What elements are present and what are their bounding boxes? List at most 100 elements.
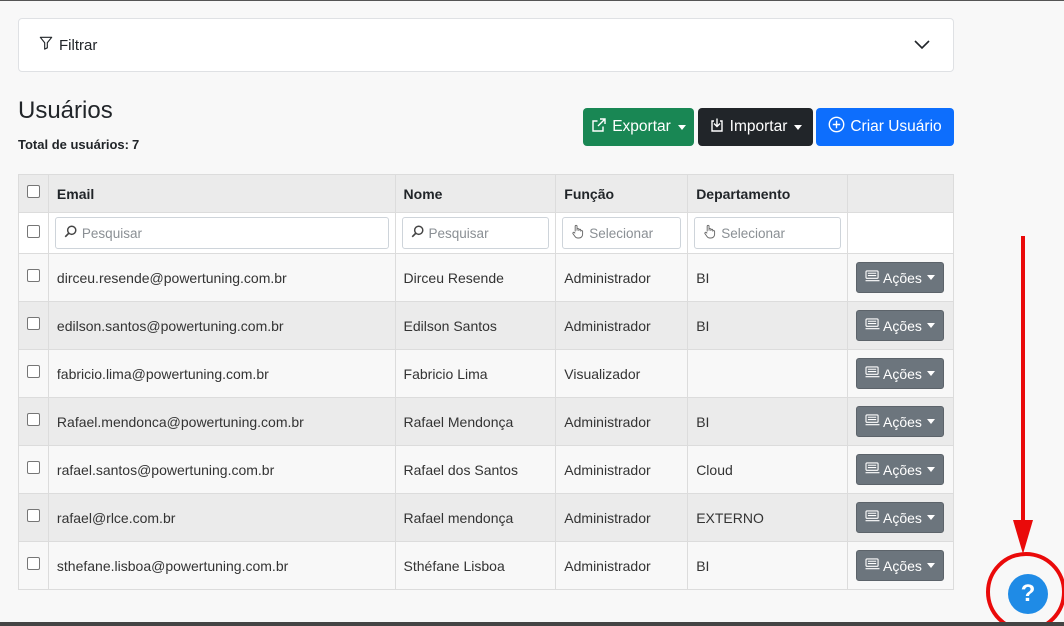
top-border [0,0,1064,1]
import-button[interactable]: Importar [698,108,813,146]
email-cell: sthefane.lisboa@powertuning.com.br [47,541,396,590]
table-row: rafael.santos@powertuning.com.br Rafael d… [18,445,955,494]
select-all-checkbox[interactable] [26,185,40,199]
search-icon [64,225,77,241]
table-row: fabricio.lima@powertuning.com.br Fabricio… [18,349,955,398]
list-icon [865,461,880,478]
actions-label: Ações [883,317,922,334]
row-checkbox-cell [18,301,49,350]
chevron-down-icon[interactable] [913,38,931,57]
row-checkbox[interactable] [26,461,40,475]
actions-button[interactable]: Ações [855,454,944,485]
department-cell [687,349,848,398]
email-cell: edilson.santos@powertuning.com.br [47,301,396,350]
actions-cell: Ações [846,349,955,398]
email-cell: rafael@rlce.com.br [47,493,396,542]
function-select-placeholder: Selecionar [589,225,654,241]
row-checkbox[interactable] [26,365,40,379]
actions-button[interactable]: Ações [855,262,944,293]
caret-down-icon [926,515,935,520]
caret-down-icon [926,419,935,424]
hand-pointer-icon [703,224,716,242]
email-search-input[interactable]: Pesquisar [54,217,389,249]
function-select-input[interactable]: Selecionar [562,217,682,249]
list-icon [865,365,880,382]
actions-cell: Ações [846,493,955,542]
page-title: Usuários [18,97,113,124]
table-row: sthefane.lisboa@powertuning.com.br Sthéfa… [18,541,955,590]
name-cell: Rafael mendonça [394,493,557,542]
filter-row: Pesquisar Pesquisar Selecionar Seleciona… [18,212,955,254]
actions-button[interactable]: Ações [855,310,944,341]
column-header-email[interactable]: Email [47,174,396,213]
column-header-department[interactable]: Departamento [687,174,848,213]
actions-button[interactable]: Ações [855,406,944,437]
department-cell: BI [687,541,848,590]
row-checkbox[interactable] [26,269,40,283]
name-search-placeholder: Pesquisar [428,225,489,241]
row-checkbox[interactable] [26,509,40,523]
department-cell: BI [687,253,848,302]
column-header-name[interactable]: Nome [394,174,557,213]
actions-label: Ações [883,413,922,430]
export-label: Exportar [612,118,671,135]
filter-row-checkbox[interactable] [26,224,40,238]
row-checkbox-cell [18,541,49,590]
download-icon [709,117,725,138]
help-button[interactable]: ? [1008,574,1048,614]
column-header-function[interactable]: Função [555,174,689,213]
caret-down-icon [677,124,686,130]
actions-label: Ações [883,461,922,478]
function-cell: Administrador [555,397,689,446]
actions-button[interactable]: Ações [855,358,944,389]
name-cell: Rafael dos Santos [394,445,557,494]
table-row: edilson.santos@powertuning.com.br Edilson… [18,301,955,350]
create-user-button[interactable]: Criar Usuário [816,108,954,146]
actions-cell: Ações [846,253,955,302]
name-search-input[interactable]: Pesquisar [401,217,550,249]
department-filter-cell: Selecionar [687,212,848,254]
column-header-actions [846,174,955,213]
caret-down-icon [794,124,803,130]
caret-down-icon [926,371,935,376]
function-cell: Administrador [555,493,689,542]
filter-panel-toggle[interactable]: Filtrar [18,18,954,72]
department-select-placeholder: Selecionar [721,225,785,241]
actions-cell: Ações [846,397,955,446]
function-filter-cell: Selecionar [555,212,689,254]
department-select-input[interactable]: Selecionar [694,217,841,249]
row-checkbox-cell [18,493,49,542]
actions-cell: Ações [846,445,955,494]
import-label: Importar [729,118,788,135]
caret-down-icon [926,323,935,328]
name-filter-cell: Pesquisar [394,212,557,254]
table-row: rafael@rlce.com.br Rafael mendonça Adminis… [18,493,955,542]
row-checkbox[interactable] [26,317,40,331]
create-user-label: Criar Usuário [850,118,942,135]
list-icon [865,317,880,334]
function-cell: Visualizador [555,349,689,398]
export-button[interactable]: Exportar [583,108,694,146]
row-checkbox[interactable] [26,413,40,427]
total-users-count: 7 [132,137,140,152]
filter-label: Filtrar [59,36,98,54]
department-cell: BI [687,301,848,350]
question-mark-icon: ? [1020,580,1036,607]
email-cell: rafael.santos@powertuning.com.br [47,445,396,494]
row-checkbox-cell [18,253,49,302]
name-cell: Sthéfane Lisboa [394,541,557,590]
total-users: Total de usuários: 7 [18,137,139,152]
actions-button[interactable]: Ações [855,550,944,581]
actions-filter-cell [846,212,955,254]
actions-label: Ações [883,509,922,526]
table-row: Rafael.mendonca@powertuning.com.br Rafael… [18,397,955,446]
actions-label: Ações [883,365,922,382]
actions-button[interactable]: Ações [855,502,944,533]
row-checkbox-cell [18,349,49,398]
annotation-arrow [1013,236,1033,554]
row-checkbox[interactable] [26,557,40,571]
list-icon [865,557,880,574]
actions-label: Ações [883,557,922,574]
caret-down-icon [926,467,935,472]
email-cell: dirceu.resende@powertuning.com.br [47,253,396,302]
